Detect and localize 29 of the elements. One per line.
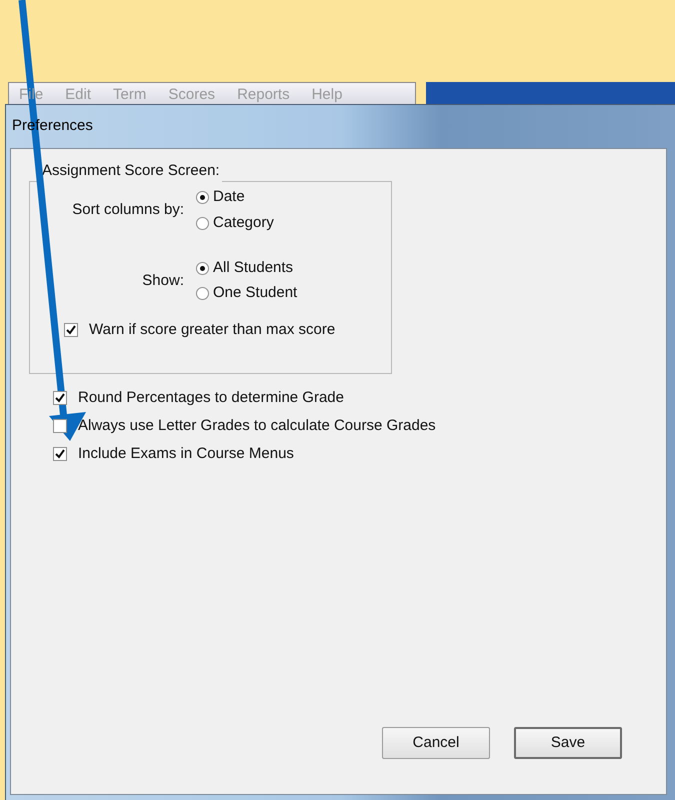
checkbox[interactable] [53, 447, 67, 461]
checkbox[interactable] [53, 419, 67, 433]
radio-button[interactable] [196, 216, 209, 230]
radio-label: Category [213, 212, 274, 233]
check-icon [55, 393, 65, 403]
dialog-button[interactable]: Save [514, 727, 622, 759]
radio-button[interactable] [196, 287, 209, 300]
radio-group-label: Sort columns by: [71, 200, 185, 220]
checkbox-label: Round Percentages to determine Grade [78, 388, 344, 408]
radio-label: Date [213, 186, 245, 207]
checkbox[interactable] [64, 323, 78, 337]
menu-item[interactable]: Edit [65, 86, 92, 104]
radio-label: All Students [213, 258, 294, 278]
checkbox[interactable] [53, 391, 67, 405]
group-title: Assignment Score Screen: [41, 162, 221, 180]
check-icon [55, 449, 65, 459]
checkbox-label: Warn if score greater than max score [89, 320, 336, 340]
radio-button[interactable] [196, 262, 209, 275]
checkbox-label: Always use Letter Grades to calculate Course Grades [78, 416, 436, 436]
menu-item[interactable]: Reports [237, 86, 290, 104]
menu-item[interactable]: Scores [168, 86, 216, 104]
check-icon [66, 325, 76, 335]
dialog-button[interactable]: Cancel [382, 727, 490, 759]
menu-item[interactable]: Term [113, 86, 146, 104]
radio-button[interactable] [196, 190, 209, 204]
menu-item[interactable]: Help [312, 86, 342, 104]
checkbox-label: Include Exams in Course Menus [78, 444, 294, 464]
radio-label: One Student [213, 283, 298, 304]
radio-group-label: Show: [141, 270, 185, 291]
